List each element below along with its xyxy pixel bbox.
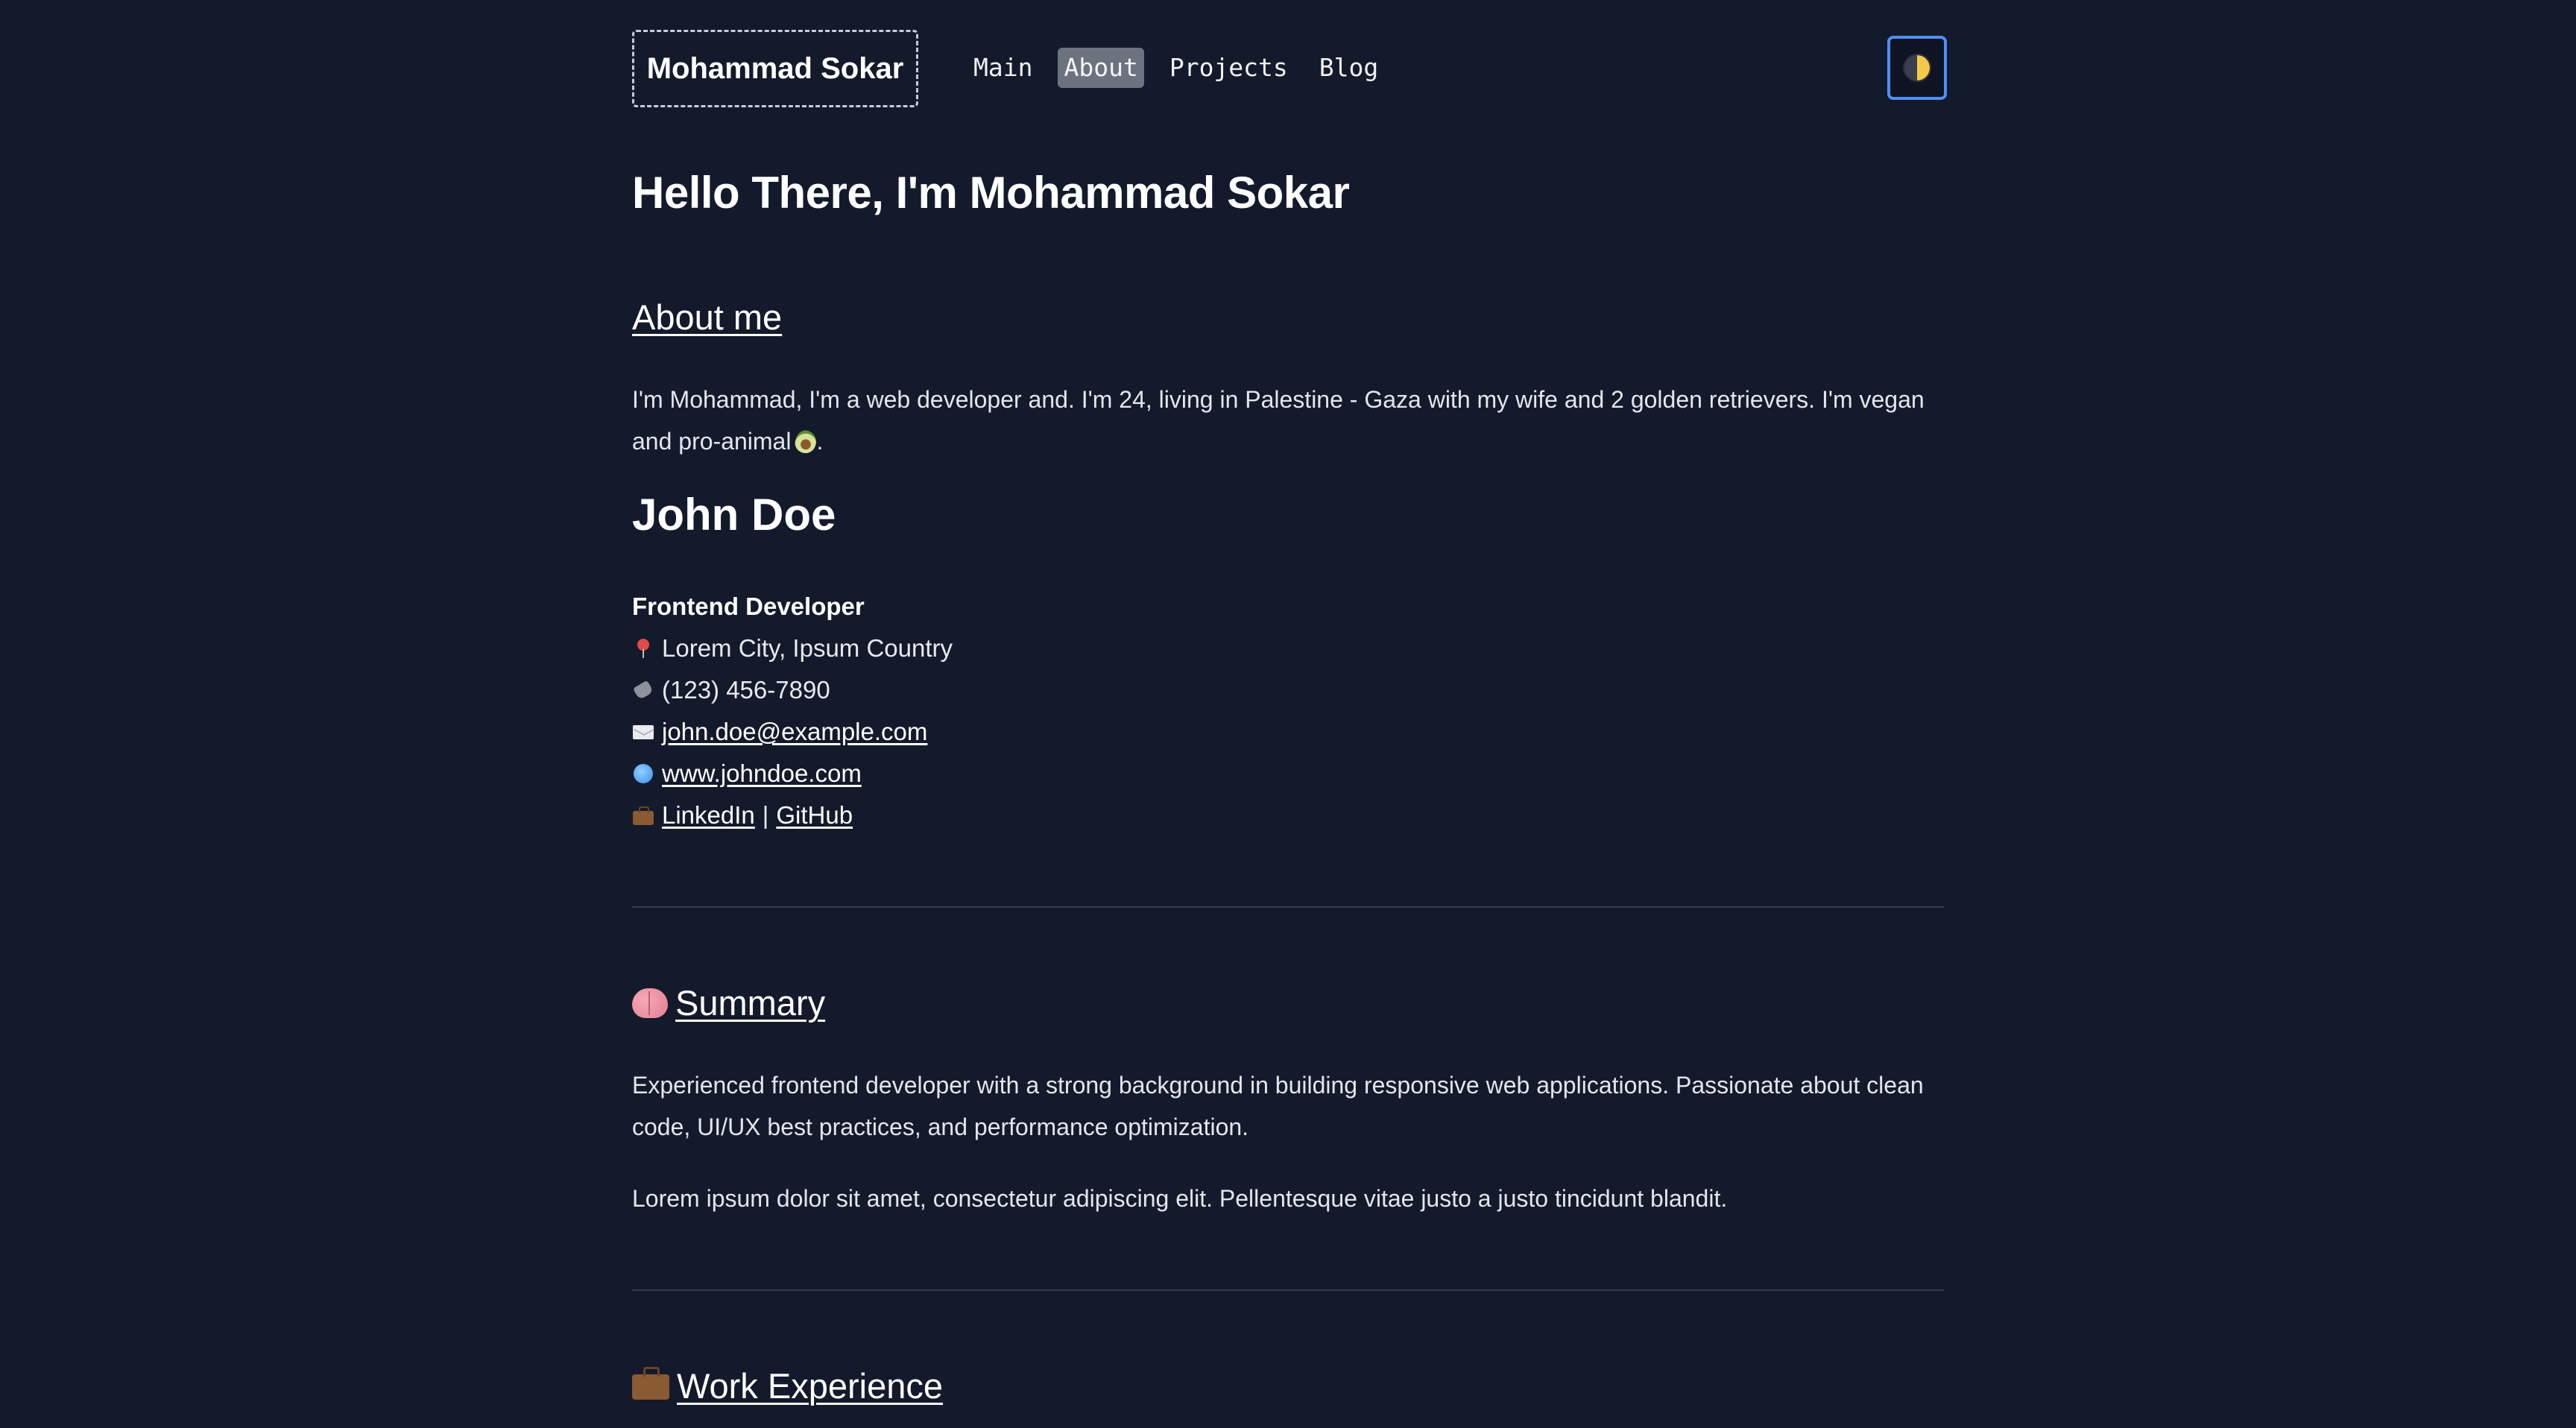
linkedin-link[interactable]: LinkedIn	[662, 794, 755, 836]
site-header: Mohammad Sokar Main About Projects Blog	[632, 0, 1947, 142]
page-title: Hello There, I'm Mohammad Sokar	[632, 168, 1350, 218]
envelope-icon	[632, 721, 654, 743]
divider	[632, 906, 1944, 908]
nav-item-projects[interactable]: Projects	[1164, 48, 1294, 88]
summary-paragraph-1: Experienced frontend developer with a st…	[632, 1072, 1924, 1140]
website-link[interactable]: www.johndoe.com	[662, 753, 862, 794]
work-heading-text: Work Experience	[677, 1366, 943, 1406]
location-text: Lorem City, Ipsum Country	[662, 634, 953, 662]
main-nav: Main About Projects Blog	[967, 48, 1384, 88]
website-line: www.johndoe.com	[632, 753, 953, 794]
resume-name: John Doe	[632, 490, 836, 540]
summary-paragraph-2: Lorem ipsum dolor sit amet, consectetur …	[632, 1185, 1728, 1212]
theme-toggle-button[interactable]	[1887, 36, 1947, 100]
globe-icon	[632, 762, 654, 785]
phone-icon	[632, 679, 654, 701]
briefcase-icon	[632, 1367, 669, 1400]
nav-item-about[interactable]: About	[1058, 48, 1144, 88]
github-link[interactable]: GitHub	[776, 794, 853, 836]
summary-heading: Summary	[632, 982, 825, 1023]
contact-info: Frontend Developer Lorem City, Ipsum Cou…	[632, 586, 953, 836]
briefcase-icon	[632, 804, 654, 827]
nav-item-main[interactable]: Main	[967, 48, 1038, 88]
location-line: Lorem City, Ipsum Country	[632, 628, 953, 669]
site-title-link[interactable]: Mohammad Sokar	[632, 30, 918, 107]
phone-line: (123) 456-7890	[632, 669, 953, 711]
nav-item-blog[interactable]: Blog	[1313, 48, 1384, 88]
summary-heading-text: Summary	[675, 983, 826, 1023]
about-text-end: .	[816, 428, 824, 455]
email-link[interactable]: john.doe@example.com	[662, 711, 927, 753]
half-moon-icon	[1903, 54, 1931, 82]
phone-text: (123) 456-7890	[662, 676, 830, 704]
pin-icon	[632, 637, 654, 660]
about-text: I'm Mohammad, I'm a web developer and. I…	[632, 386, 1925, 455]
main-container: Mohammad Sokar Main About Projects Blog …	[632, 0, 1947, 1406]
email-line: john.doe@example.com	[632, 711, 953, 753]
about-heading: About me	[632, 297, 783, 337]
link-separator: |	[762, 801, 769, 829]
brain-icon	[632, 988, 668, 1018]
social-line: LinkedIn | GitHub	[632, 794, 953, 836]
resume-role: Frontend Developer	[632, 593, 865, 620]
work-heading: Work Experience	[632, 1365, 943, 1406]
about-paragraph: I'm Mohammad, I'm a web developer and. I…	[632, 379, 1929, 462]
divider	[632, 1289, 1944, 1291]
page: Mohammad Sokar Main About Projects Blog …	[0, 0, 2576, 1428]
